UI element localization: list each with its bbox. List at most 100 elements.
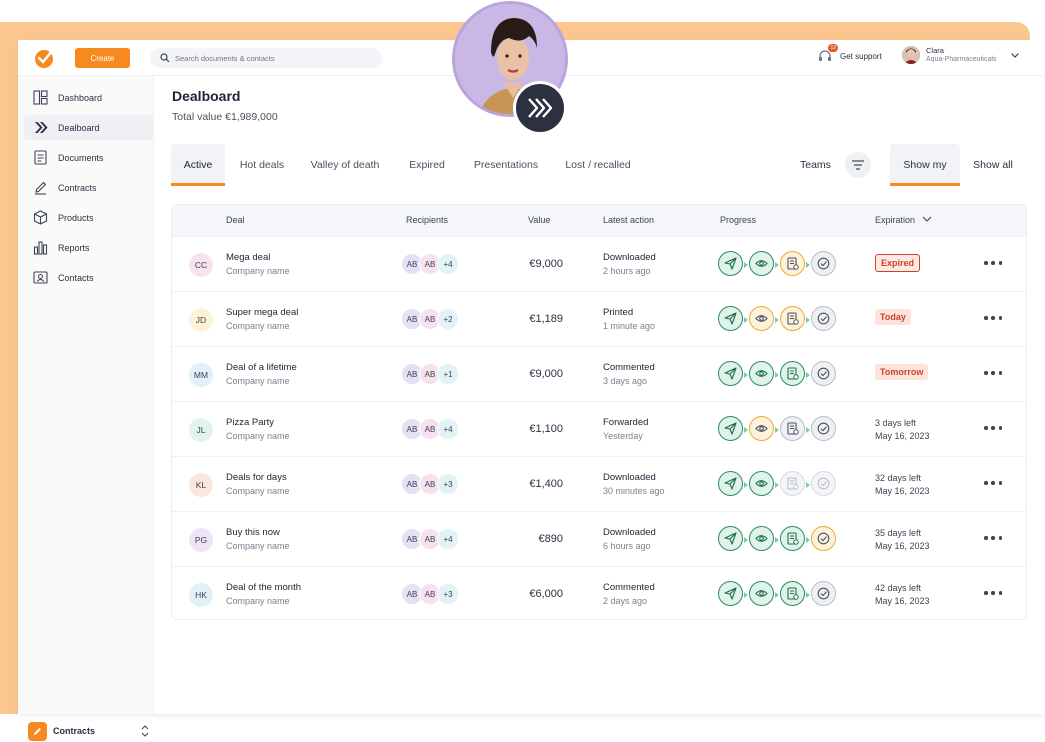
company-name: Company name (226, 376, 290, 386)
more-options-icon[interactable] (984, 479, 1002, 487)
tab-expired[interactable]: Expired (397, 144, 457, 186)
tab-active[interactable]: Active (171, 144, 225, 186)
table-row[interactable]: JD Super mega deal Company name AB AB +2 €1,18… (172, 291, 1026, 346)
table-row[interactable]: CC Mega deal Company name AB AB +4 €9,000 Downl… (172, 236, 1026, 291)
table-row[interactable]: KL Deals for days Company name AB AB +3 €1,400… (172, 456, 1026, 511)
box-icon (33, 210, 48, 225)
table-row[interactable]: JL Pizza Party Company name AB AB +4 €1,100 For… (172, 401, 1026, 456)
recipients[interactable]: AB AB +4 (401, 528, 459, 550)
deal-name[interactable]: Mega deal (226, 252, 270, 263)
deal-name[interactable]: Deal of a lifetime (226, 362, 297, 373)
table-row[interactable]: PG Buy this now Company name AB AB +4 €890 Down… (172, 511, 1026, 566)
document-signed-icon (780, 581, 805, 606)
expiration-badge: Today (875, 309, 911, 325)
expiration-date: May 16, 2023 (875, 596, 930, 606)
sidebar-item-products[interactable]: Products (24, 205, 153, 230)
progress-arrow (744, 262, 748, 268)
sidebar-item-contracts[interactable]: Contracts (24, 175, 153, 200)
search-icon (160, 53, 170, 63)
show-my-toggle[interactable]: Show my (890, 144, 960, 186)
eye-icon (749, 251, 774, 276)
table-header: Deal Recipients Value Latest action Prog… (172, 205, 1026, 236)
sidebar-item-label: Dealboard (58, 122, 100, 133)
more-options-icon[interactable] (984, 589, 1002, 597)
deal-name[interactable]: Deals for days (226, 472, 287, 483)
teams-filter[interactable]: Teams (800, 144, 871, 186)
sidebar-item-contacts[interactable]: Contacts (24, 265, 153, 290)
recipient-more: +1 (437, 363, 459, 385)
tab-lost-recalled[interactable]: Lost / recalled (555, 144, 641, 186)
latest-action: Commented (603, 582, 655, 593)
recipients[interactable]: AB AB +3 (401, 583, 459, 605)
show-all-toggle[interactable]: Show all (964, 144, 1022, 186)
workspace-switcher[interactable]: Contracts (28, 720, 150, 742)
more-options-icon[interactable] (984, 314, 1002, 322)
eye-icon (749, 471, 774, 496)
tab-hot-deals[interactable]: Hot deals (227, 144, 297, 186)
latest-action: Downloaded (603, 252, 656, 263)
headset-icon: 12 (818, 44, 838, 63)
expiration-info: 3 days left May 16, 2023 (875, 417, 930, 443)
deals-table: Deal Recipients Value Latest action Prog… (171, 204, 1027, 620)
progress-arrow (744, 317, 748, 323)
progress-arrow (806, 592, 810, 598)
latest-action: Printed (603, 307, 634, 318)
header-latest-action[interactable]: Latest action (603, 215, 654, 225)
recipient-more: +4 (437, 418, 459, 440)
deal-name[interactable]: Pizza Party (226, 417, 274, 428)
contact-card-icon (33, 271, 48, 284)
recipients[interactable]: AB AB +3 (401, 473, 459, 495)
create-button[interactable]: Create (75, 48, 130, 68)
support-badge: 12 (828, 44, 838, 52)
header-deal[interactable]: Deal (226, 215, 245, 225)
deal-name[interactable]: Deal of the month (226, 582, 301, 593)
sidebar-item-dashboard[interactable]: Dashboard (24, 85, 153, 110)
table-row[interactable]: HK Deal of the month Company name AB AB +3 €6,… (172, 566, 1026, 619)
recipients[interactable]: AB AB +1 (401, 363, 459, 385)
logo-check-icon (35, 49, 54, 68)
progress-steps (718, 361, 838, 387)
progress-arrow (806, 427, 810, 433)
header-expiration-label: Expiration (875, 215, 916, 225)
header-progress[interactable]: Progress (720, 215, 756, 225)
recipients[interactable]: AB AB +4 (401, 418, 459, 440)
recipients[interactable]: AB AB +4 (401, 253, 459, 275)
more-options-icon[interactable] (984, 259, 1002, 267)
table-row[interactable]: MM Deal of a lifetime Company name AB AB +1 €9… (172, 346, 1026, 401)
dealboard-badge-icon (513, 81, 567, 135)
search-bar[interactable] (150, 48, 382, 68)
expiration-days: 35 days left (875, 528, 922, 538)
header-value[interactable]: Value (528, 215, 550, 225)
progress-arrow (806, 482, 810, 488)
latest-action: Forwarded (603, 417, 649, 428)
eye-icon (749, 361, 774, 386)
more-options-icon[interactable] (984, 424, 1002, 432)
tab-valley-of-death[interactable]: Valley of death (299, 144, 391, 186)
filter-icon[interactable] (844, 152, 871, 178)
progress-steps (718, 251, 838, 277)
user-menu[interactable]: Clara Aqua-Pharmaceuticals (902, 46, 1020, 64)
deal-avatar: KL (189, 473, 213, 497)
search-input[interactable] (175, 53, 365, 63)
progress-arrow (744, 372, 748, 378)
check-circle-icon (811, 306, 836, 331)
get-support-button[interactable]: 12 Get support (818, 44, 882, 63)
header-expiration[interactable]: Expiration (875, 215, 932, 225)
more-options-icon[interactable] (984, 369, 1002, 377)
sidebar-item-label: Contracts (58, 182, 97, 193)
deal-name[interactable]: Buy this now (226, 527, 280, 538)
latest-action-time: 2 hours ago (603, 266, 651, 276)
tab-presentations[interactable]: Presentations (463, 144, 549, 186)
recipients[interactable]: AB AB +2 (401, 308, 459, 330)
sidebar-item-reports[interactable]: Reports (24, 235, 153, 260)
header-recipients[interactable]: Recipients (406, 215, 448, 225)
more-options-icon[interactable] (984, 534, 1002, 542)
page-title: Dealboard (172, 88, 241, 104)
recipient-more: +3 (437, 473, 459, 495)
send-icon (718, 251, 743, 276)
app-window: Create 12 Get support Clara Aqua-Pharmac… (18, 40, 1045, 741)
sidebar-item-documents[interactable]: Documents (24, 145, 153, 170)
progress-arrow (775, 482, 779, 488)
deal-name[interactable]: Super mega deal (226, 307, 298, 318)
sidebar-item-dealboard[interactable]: Dealboard (24, 115, 153, 140)
